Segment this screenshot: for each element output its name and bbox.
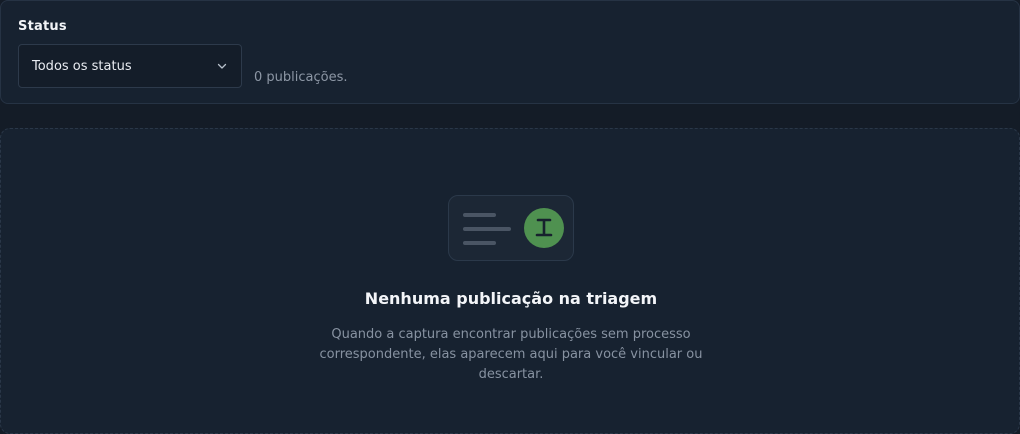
filter-panel: Status Todos os status 0 publicações. (0, 0, 1020, 104)
empty-state-illustration (448, 195, 574, 261)
illustration-line (463, 241, 496, 245)
empty-state-title: Nenhuma publicação na triagem (364, 289, 658, 308)
empty-state-description: Quando a captura encontrar publicações s… (319, 327, 703, 382)
chevron-down-icon (216, 60, 228, 72)
publication-count: 0 publicações. (254, 70, 348, 85)
status-filter-label: Status (18, 19, 67, 34)
illustration-line (463, 213, 496, 217)
text-cursor-icon (524, 208, 564, 248)
status-select-value: Todos os status (32, 58, 132, 74)
empty-state-panel: Nenhuma publicação na triagem Quando a c… (0, 128, 1020, 434)
status-select[interactable]: Todos os status (18, 44, 242, 88)
illustration-line (463, 227, 511, 231)
